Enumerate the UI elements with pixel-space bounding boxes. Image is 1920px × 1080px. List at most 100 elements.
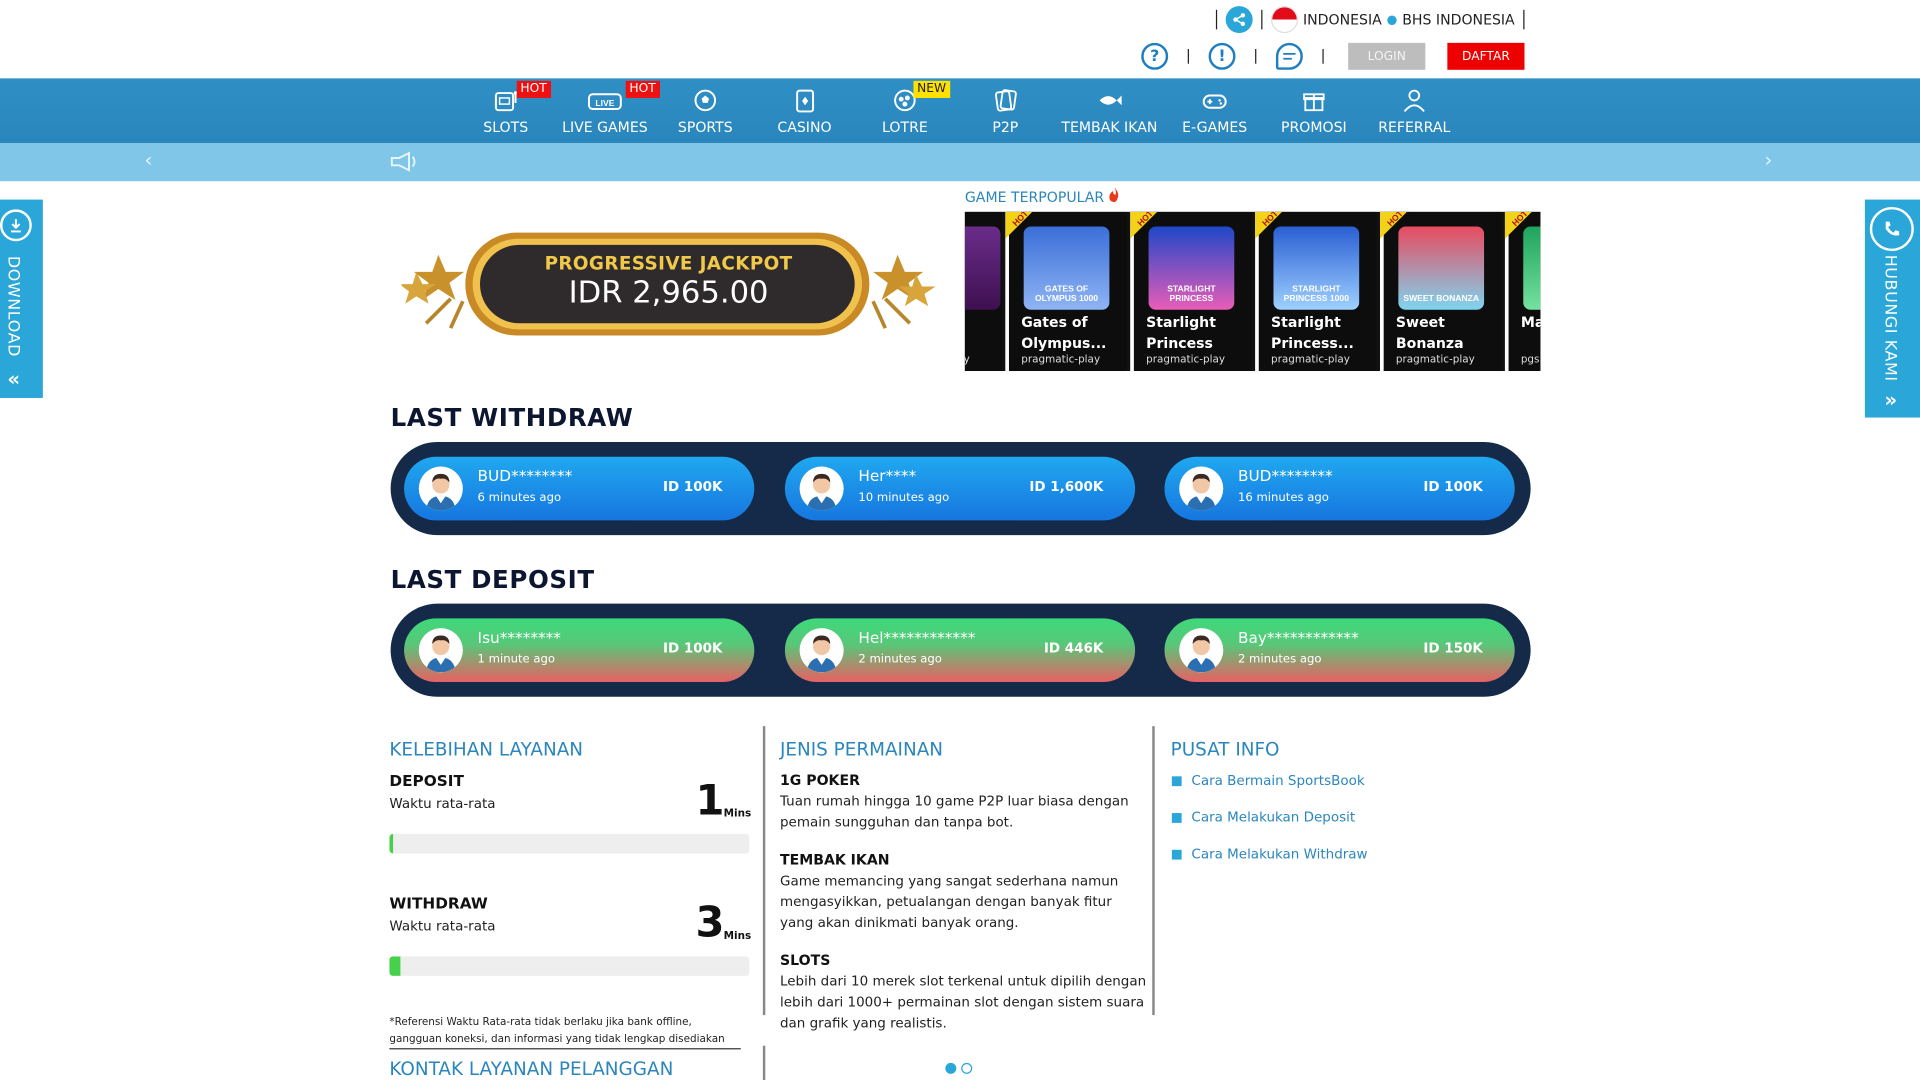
p2p-cards-icon — [995, 89, 1017, 112]
transaction-amount: ID 1,600K — [1029, 478, 1104, 495]
chevron-right-icon[interactable]: › — [1764, 148, 1772, 171]
deposit-strip: Isu******** 1 minute ago ID 100K Hel*******… — [390, 603, 1531, 697]
nav-item-promosi[interactable]: PROMOSI — [1265, 78, 1363, 143]
dot-separator: ● — [1386, 12, 1398, 27]
service-title: KELEBIHAN LAYANAN — [389, 738, 584, 761]
soccer-ball-icon — [694, 89, 717, 112]
info-link-sportsbook[interactable]: Cara Bermain SportsBook — [1171, 773, 1365, 789]
game-card[interactable]: STARLIGHT PRINCESS 1000 HOT Starlight Prin… — [1255, 211, 1377, 372]
nav-item-sports[interactable]: SPORTS — [656, 78, 754, 143]
deposit-progress-fill — [389, 833, 393, 854]
game-type-text: Lebih dari 10 merek slot terkenal untuk … — [780, 973, 1147, 1032]
nav-item-casino[interactable]: CASINO — [756, 78, 854, 143]
game-type-heading: 1G POKER — [780, 771, 860, 789]
nav-label: CASINO — [777, 118, 832, 136]
game-name: Starlight Princess — [1146, 313, 1216, 352]
chat-icon[interactable] — [1275, 42, 1303, 70]
player-name: Isu******** — [477, 628, 561, 647]
nav-item-referral[interactable]: REFERRAL — [1365, 78, 1463, 143]
game-card[interactable]: STARLIGHT PRINCESS HOT Starlight Princess p… — [1130, 211, 1252, 372]
transaction-time: 6 minutes ago — [477, 491, 562, 505]
gift-icon — [1303, 93, 1325, 112]
nav-item-p2p[interactable]: P2P — [956, 78, 1054, 143]
transaction-time: 1 minute ago — [477, 652, 556, 667]
download-tab[interactable]: DOWNLOAD « — [0, 199, 43, 398]
nav-label: LOTRE — [882, 118, 928, 136]
avatar — [418, 628, 463, 673]
nav-label: TEMBAK IKAN — [1061, 118, 1158, 136]
nav-item-slots[interactable]: HOT SLOTS — [457, 78, 555, 143]
column-divider — [1152, 726, 1155, 1016]
main-nav: HOT SLOTS LIVE HOT LIVE GAMES SPORTS CAS… — [0, 78, 1920, 144]
info-link-label[interactable]: Cara Melakukan Withdraw — [1191, 846, 1367, 862]
game-card[interactable]: SWEET BONANZA HOT Sweet Bonanza pragmatic-p… — [1380, 211, 1502, 372]
game-type-heading: TEMBAK IKAN — [780, 851, 890, 869]
player-name: Hel************ — [858, 628, 976, 647]
game-name: Starlight Princess... — [1271, 313, 1354, 352]
nav-item-e-games[interactable]: E-GAMES — [1166, 78, 1264, 143]
info-center-title: PUSAT INFO — [1170, 738, 1280, 761]
pagination-dot-active[interactable] — [945, 1062, 957, 1074]
player-name: BUD******** — [477, 466, 573, 485]
slot-machine-icon — [494, 91, 518, 112]
card-icon — [796, 89, 815, 113]
chevron-left-icon[interactable]: ‹ — [144, 148, 152, 171]
contact-tab[interactable]: HUBUNGI KAMI » — [1864, 199, 1920, 418]
help-icon[interactable]: ? — [1141, 42, 1169, 70]
gamepad-icon — [1202, 94, 1227, 109]
hot-ribbon-icon: HOT — [1255, 211, 1283, 239]
language-country[interactable]: INDONESIA — [1303, 11, 1382, 28]
live-icon: LIVE — [588, 93, 622, 110]
service-note: *Referensi Waktu Rata-rata tidak berlaku… — [389, 1014, 741, 1050]
transaction-time: 16 minutes ago — [1237, 491, 1329, 505]
fire-icon — [1109, 187, 1119, 203]
chevrons-left-icon: « — [7, 367, 21, 391]
game-name: Ma... Wi... — [1520, 313, 1541, 331]
withdraw-progress-bar — [389, 956, 750, 976]
contact-service-title: KONTAK LAYANAN PELANGGAN — [389, 1057, 674, 1080]
indonesia-flag-icon[interactable] — [1271, 6, 1299, 34]
share-icon[interactable] — [1225, 6, 1253, 34]
avatar — [1179, 628, 1224, 673]
game-thumb-text: STARLIGHT PRINCESS — [1167, 285, 1216, 304]
info-link-withdraw[interactable]: Cara Melakukan Withdraw — [1171, 846, 1368, 862]
transaction-pill: Bay************ 2 minutes ago ID 150K — [1164, 618, 1515, 683]
game-provider: pragmatic-play — [1146, 353, 1226, 367]
contact-label: HUBUNGI KAMI — [1880, 254, 1900, 382]
divider — [1187, 48, 1189, 64]
game-card[interactable]: GATES OF OLYMPUS 1000 HOT Gates of Olympus… — [1005, 211, 1127, 372]
game-card[interactable]: HOT Ma... Wi... pgs — [1504, 211, 1541, 372]
deposit-sub: Waktu rata-rata — [389, 795, 496, 812]
avatar — [418, 466, 463, 511]
divider — [1216, 9, 1218, 30]
pagination-dot[interactable] — [961, 1062, 973, 1074]
withdraw-minutes: 3 — [695, 898, 725, 948]
popular-games-carousel[interactable]: y GATES OF OLYMPUS 1000 HOT Gates of Olymp… — [964, 211, 1541, 372]
game-card[interactable]: y — [964, 211, 1002, 372]
transaction-pill: Isu******** 1 minute ago ID 100K — [404, 618, 755, 683]
nav-item-live-games[interactable]: LIVE HOT LIVE GAMES — [556, 78, 660, 143]
game-type-heading: SLOTS — [780, 951, 831, 969]
info-link-label[interactable]: Cara Melakukan Deposit — [1191, 809, 1355, 825]
info-icon[interactable]: ! — [1208, 42, 1236, 70]
info-link-label[interactable]: Cara Bermain SportsBook — [1191, 773, 1364, 789]
game-thumb-text: STARLIGHT PRINCESS 1000 — [1283, 285, 1349, 304]
login-button[interactable]: LOGIN — [1348, 42, 1426, 70]
column-divider — [762, 726, 766, 1016]
transaction-pill: Her**** 10 minutes ago ID 1,600K — [784, 456, 1136, 521]
game-thumb-text: SWEET BONANZA — [1403, 295, 1480, 304]
deposit-minutes: 1 — [695, 776, 725, 826]
nav-item-lotre[interactable]: NEW LOTRE — [856, 78, 954, 143]
progressive-jackpot: PROGRESSIVE JACKPOT IDR 2,965.00 — [401, 228, 936, 341]
jackpot-title: PROGRESSIVE JACKPOT — [544, 252, 793, 275]
info-link-deposit[interactable]: Cara Melakukan Deposit — [1171, 809, 1355, 825]
announcement-bar: ‹ › — [0, 143, 1920, 182]
jackpot-value: IDR 2,965.00 — [568, 274, 769, 310]
transaction-amount: ID 100K — [1423, 478, 1483, 495]
language-name[interactable]: BHS INDONESIA — [1402, 11, 1514, 28]
divider — [1322, 48, 1324, 64]
game-provider: pragmatic-play — [1021, 353, 1101, 367]
register-button[interactable]: DAFTAR — [1447, 42, 1525, 70]
nav-item-tembak-ikan[interactable]: TEMBAK IKAN — [1060, 78, 1158, 143]
transaction-time: 10 minutes ago — [858, 491, 950, 505]
